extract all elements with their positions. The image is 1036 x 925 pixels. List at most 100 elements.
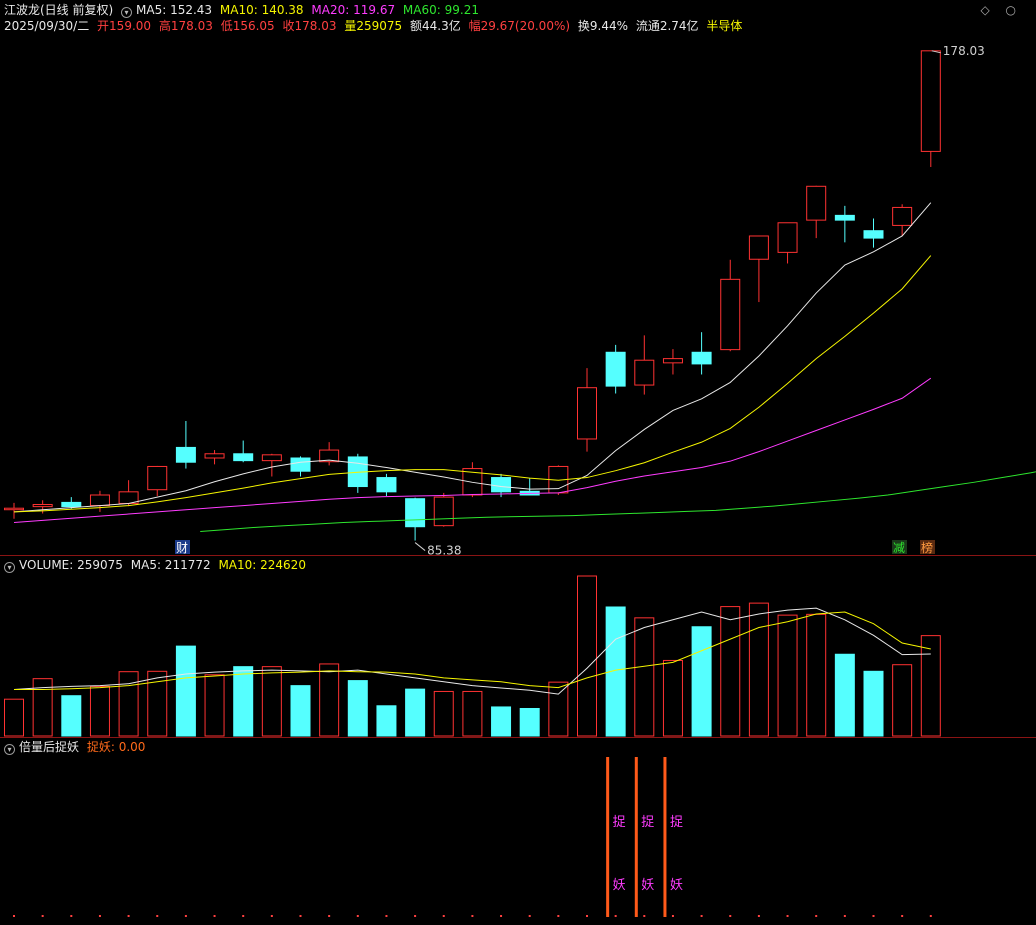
volume-bar	[519, 707, 540, 737]
axis-tick	[757, 915, 760, 917]
axis-tick	[184, 915, 187, 917]
candle-body	[491, 477, 512, 493]
signal-char-bottom: 妖	[641, 878, 654, 893]
signal-char-top: 捉	[641, 815, 654, 830]
axis-tick	[328, 915, 331, 917]
candle-body	[720, 278, 741, 351]
candle-body	[834, 214, 855, 221]
axis-tick	[414, 915, 417, 917]
signal-char-bottom: 妖	[613, 878, 626, 893]
axis-tick	[729, 915, 732, 917]
volume-bar	[491, 706, 512, 737]
axis-tick	[901, 915, 904, 917]
volume-bar	[806, 613, 827, 737]
volume-bar	[4, 698, 24, 737]
candle-body	[405, 498, 426, 528]
axis-tick	[385, 915, 388, 917]
ma20-line	[13, 377, 932, 523]
candle-body	[806, 185, 827, 221]
candle-body	[376, 477, 397, 493]
axis-tick	[614, 915, 617, 917]
axis-tick	[127, 915, 130, 917]
axis-tick	[471, 915, 474, 917]
volume-bar	[261, 666, 282, 737]
axis-tick	[643, 915, 646, 917]
volume-bar	[834, 653, 855, 737]
axis-tick	[41, 915, 44, 917]
candle-body	[605, 351, 626, 387]
candle-body	[863, 230, 884, 239]
volume-bar	[118, 671, 139, 737]
low-price-label: 85.38	[427, 544, 461, 558]
marker-jian: 减	[893, 541, 905, 555]
volume-bar	[290, 685, 311, 737]
volume-bar	[662, 659, 683, 737]
marker-bang: 榜	[921, 540, 933, 555]
volume-bar	[777, 614, 798, 737]
axis-tick	[442, 915, 445, 917]
candle-body	[634, 359, 655, 386]
axis-tick	[929, 915, 932, 917]
volume-bar	[691, 626, 712, 737]
marker-cai: 财	[176, 541, 188, 555]
candle-body	[89, 494, 110, 507]
axis-tick	[586, 915, 588, 917]
volume-bar	[462, 690, 483, 737]
candle-body	[147, 465, 168, 491]
volume-bar	[720, 606, 741, 737]
axis-tick	[528, 915, 531, 917]
candle-body	[32, 504, 53, 508]
volume-bar	[405, 688, 426, 737]
volume-bar	[577, 575, 597, 737]
axis-tick	[299, 915, 302, 917]
volume-bar	[233, 666, 254, 737]
volume-bar	[347, 680, 368, 737]
kline-chart-canvas[interactable]: 178.03 85.38 财 减 榜捉妖 捉妖 捉妖	[0, 0, 1036, 925]
candle-body	[892, 206, 913, 226]
candle-body	[777, 222, 798, 253]
volume-bar	[376, 705, 397, 737]
candle-body	[577, 387, 597, 440]
axis-tick	[815, 915, 818, 917]
candle-body	[290, 457, 311, 472]
volume-bar	[920, 635, 941, 737]
volume-bar	[433, 690, 454, 737]
axis-tick	[213, 915, 216, 917]
axis-tick	[270, 915, 273, 917]
candle-body	[748, 235, 769, 260]
axis-tick	[557, 915, 560, 917]
axis-tick	[356, 915, 359, 917]
volume-bar	[204, 674, 225, 737]
candle-body	[261, 454, 282, 462]
volume-bar	[748, 602, 769, 737]
axis-tick	[242, 915, 245, 917]
volume-bar	[61, 695, 82, 737]
volume-bar	[319, 663, 340, 737]
candle-body	[433, 496, 454, 527]
axis-tick	[70, 915, 73, 917]
axis-tick	[500, 915, 503, 917]
candle-body	[61, 501, 82, 508]
axis-tick	[700, 915, 703, 917]
axis-tick	[786, 915, 789, 917]
candle-body	[920, 50, 941, 152]
axis-tick	[843, 915, 846, 917]
volume-bar	[548, 681, 569, 737]
volume-bar	[863, 670, 884, 737]
volume-bar	[892, 664, 913, 737]
candle-body	[204, 453, 225, 459]
candle-body	[691, 351, 712, 365]
volume-bar	[175, 645, 196, 737]
candle-body	[175, 446, 196, 463]
signal-char-bottom: 妖	[670, 878, 683, 893]
candle-body	[233, 453, 254, 462]
signal-char-top: 捉	[670, 815, 683, 830]
volume-bar	[89, 685, 110, 737]
axis-tick	[872, 915, 875, 917]
high-price-label: 178.03	[943, 44, 985, 58]
volume-bar	[634, 617, 655, 737]
axis-tick	[98, 915, 101, 917]
low-pointer	[414, 542, 426, 551]
signal-char-top: 捉	[613, 815, 626, 830]
candle-body	[662, 358, 683, 364]
